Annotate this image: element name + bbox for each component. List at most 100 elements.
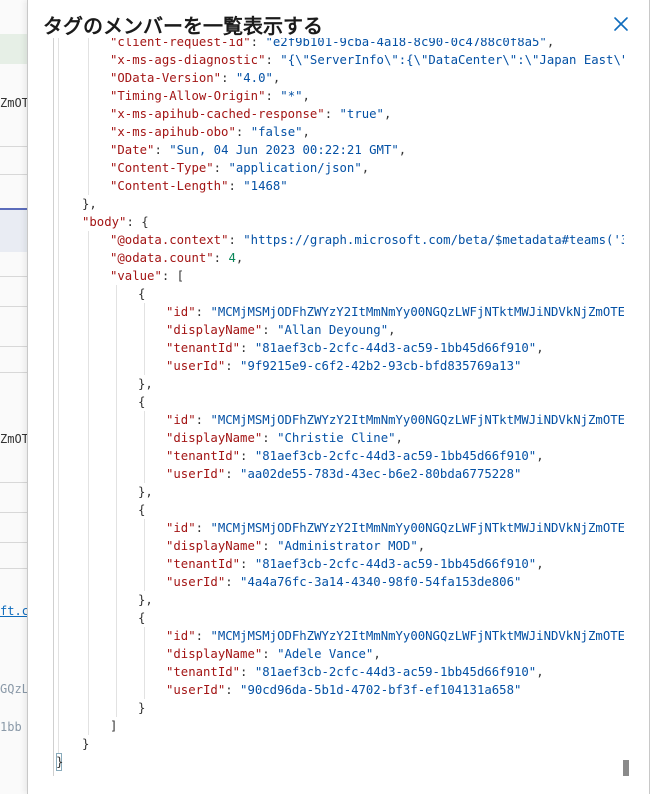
dialog-title: タグのメンバーを一覧表示する [43, 14, 323, 38]
json-bracket: }, [82, 197, 97, 211]
json-line: "OData-Version": "4.0", [54, 69, 624, 87]
json-key: "id" [166, 305, 196, 319]
json-value: "{\"ServerInfo\":{\"DataCenter\":\"Japan… [280, 53, 624, 67]
json-line-content: "x-ms-apihub-cached-response": "true", [110, 107, 392, 121]
json-line: "body": { [54, 213, 624, 231]
json-line: "id": "MCMjMSMjODFhZWYzY2ItMmNmYy00NGQzL… [54, 411, 624, 429]
json-bracket: { [138, 611, 146, 625]
json-line-content: }, [138, 591, 153, 609]
json-value: "true" [339, 107, 384, 121]
json-key: "id" [166, 413, 196, 427]
json-line: "tenantId": "81aef3cb-2cfc-44d3-ac59-1bb… [54, 663, 624, 681]
background-divider [0, 276, 27, 277]
json-line: "x-ms-ags-diagnostic": "{\"ServerInfo\":… [54, 51, 624, 69]
json-value: "MCMjMSMjODFhZWYzY2ItMmNmYy00NGQzLWFjNTk… [210, 305, 624, 319]
json-value: "Allan Deyoung" [277, 323, 389, 337]
background-band-top [0, 34, 27, 64]
json-line-content: "Content-Type": "application/json", [110, 161, 370, 175]
json-line: "value": [ [54, 267, 624, 285]
json-value: "Administrator MOD" [277, 539, 418, 553]
json-bracket: } [82, 737, 90, 751]
json-line-content: "client-request-id": "e2f9b101-9cba-4a18… [110, 38, 554, 51]
json-line-content: "userId": "4a4a76fc-3a14-4340-98f0-54fa1… [166, 575, 522, 589]
json-key: "@odata.count" [110, 251, 214, 265]
json-bracket: ] [110, 719, 118, 733]
json-line: } [54, 735, 624, 753]
json-line: { [54, 501, 624, 519]
json-line: "tenantId": "81aef3cb-2cfc-44d3-ac59-1bb… [54, 339, 624, 357]
json-key: "displayName" [166, 647, 263, 661]
json-key: "Timing-Allow-Origin" [110, 89, 266, 103]
json-bracket: } [56, 755, 64, 769]
json-value: "MCMjMSMjODFhZWYzY2ItMmNmYy00NGQzLWFjNTk… [210, 521, 624, 535]
json-value: "https://graph.microsoft.com/beta/$metad… [243, 233, 624, 247]
json-line-content: }, [138, 375, 153, 393]
background-divider [0, 174, 27, 175]
json-line: { [54, 285, 624, 303]
json-line-content: { [138, 285, 145, 303]
json-key: "tenantId" [166, 557, 241, 571]
json-line: "x-ms-apihub-obo": "false", [54, 123, 624, 141]
json-value: "4.0" [235, 71, 273, 85]
json-bracket: }, [138, 593, 153, 607]
json-line-content: "id": "MCMjMSMjODFhZWYzY2ItMmNmYy00NGQzL… [166, 303, 624, 321]
json-key: "tenantId" [166, 665, 241, 679]
json-line-content: "userId": "9f9215e9-c6f2-42b2-93cb-bfd83… [166, 359, 522, 373]
json-value: "false" [250, 125, 303, 139]
json-line: "Date": "Sun, 04 Jun 2023 00:22:21 GMT", [54, 141, 624, 159]
json-key: "tenantId" [166, 449, 241, 463]
vertical-scrollbar-thumb[interactable] [623, 760, 629, 776]
json-line: "userId": "90cd96da-5b1d-4702-bf3f-ef104… [54, 681, 624, 699]
json-bracket: }, [138, 485, 153, 499]
background-text-fragment: ft.c [0, 604, 27, 618]
json-value: "Adele Vance" [277, 647, 374, 661]
json-bracket: { [138, 503, 146, 517]
json-value: "MCMjMSMjODFhZWYzY2ItMmNmYy00NGQzLWFjNTk… [210, 629, 624, 643]
json-key: "displayName" [166, 323, 263, 337]
json-line: "id": "MCMjMSMjODFhZWYzY2ItMmNmYy00NGQzL… [54, 519, 624, 537]
json-line-content: { [138, 609, 145, 627]
json-line-content: "Timing-Allow-Origin": "*", [110, 89, 310, 103]
json-value: "e2f9b101-9cba-4a18-8c90-0c4788c0f8a5" [265, 38, 547, 49]
json-line: "x-ms-apihub-cached-response": "true", [54, 105, 624, 123]
json-line: }, [54, 591, 624, 609]
background-band-selected [0, 210, 27, 252]
close-icon [614, 17, 628, 31]
json-line: "client-request-id": "e2f9b101-9cba-4a18… [54, 38, 624, 51]
json-key: "OData-Version" [110, 71, 222, 85]
json-bracket: }, [138, 377, 153, 391]
json-line: "displayName": "Allan Deyoung", [54, 321, 624, 339]
json-key: "x-ms-ags-diagnostic" [110, 53, 266, 67]
json-line: { [54, 609, 624, 627]
json-line: "displayName": "Administrator MOD", [54, 537, 624, 555]
json-key: "id" [166, 629, 196, 643]
background-text-fragment: 1bb [0, 720, 22, 734]
json-line: }, [54, 195, 624, 213]
json-line-content: "x-ms-apihub-obo": "false", [110, 125, 310, 139]
json-line-content: "id": "MCMjMSMjODFhZWYzY2ItMmNmYy00NGQzL… [166, 627, 624, 645]
background-text-fragment: GQzL [0, 682, 27, 696]
json-line-content: "Content-Length": "1468" [110, 179, 288, 193]
json-line-content: "body": { [82, 215, 149, 229]
json-value: "Christie Cline" [277, 431, 396, 445]
json-bracket: } [138, 701, 146, 715]
json-value: "81aef3cb-2cfc-44d3-ac59-1bb45d66f910" [254, 557, 537, 571]
json-line-content: }, [82, 195, 97, 213]
json-key: "userId" [166, 683, 226, 697]
json-line-content: "tenantId": "81aef3cb-2cfc-44d3-ac59-1bb… [166, 665, 544, 679]
json-key: "value" [110, 269, 162, 283]
json-value: "*" [280, 89, 303, 103]
json-line-content: "tenantId": "81aef3cb-2cfc-44d3-ac59-1bb… [166, 341, 544, 355]
json-output-viewer[interactable]: "client-request-id": "e2f9b101-9cba-4a18… [53, 38, 624, 776]
json-line-content: } [138, 699, 145, 717]
json-line: "Content-Length": "1468" [54, 177, 624, 195]
json-value: 4 [228, 251, 236, 265]
json-line: { [54, 393, 624, 411]
json-key: "Date" [110, 143, 155, 157]
close-button[interactable] [611, 14, 631, 34]
json-key: "id" [166, 521, 196, 535]
json-key: "displayName" [166, 539, 263, 553]
background-divider [0, 512, 27, 513]
background-page: ZmOT ZmOT ft.c GQzL 1bb [0, 0, 27, 794]
background-divider [0, 146, 27, 147]
